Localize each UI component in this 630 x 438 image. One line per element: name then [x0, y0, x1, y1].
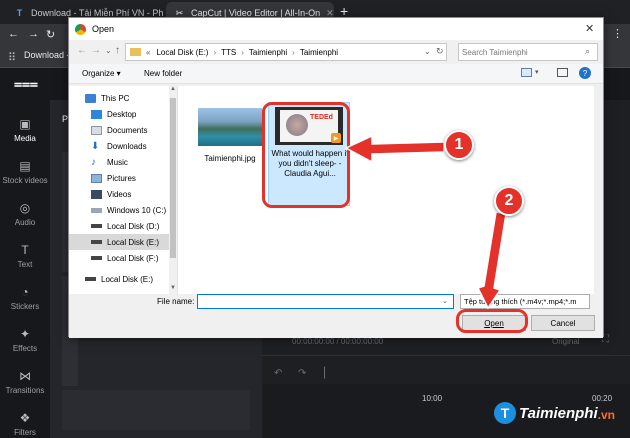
taimienphi-logo-icon: T	[494, 402, 516, 424]
arrow-to-file	[344, 134, 445, 164]
callout-2: 2	[494, 186, 524, 216]
arrow-to-open	[476, 211, 507, 310]
callout-1: 1	[444, 130, 474, 160]
watermark-brand: Taimienphi	[519, 404, 598, 422]
arrow-overlay	[344, 134, 507, 310]
watermark-suffix: .vn	[597, 408, 615, 422]
watermark: T Taimienphi .vn	[494, 402, 615, 424]
